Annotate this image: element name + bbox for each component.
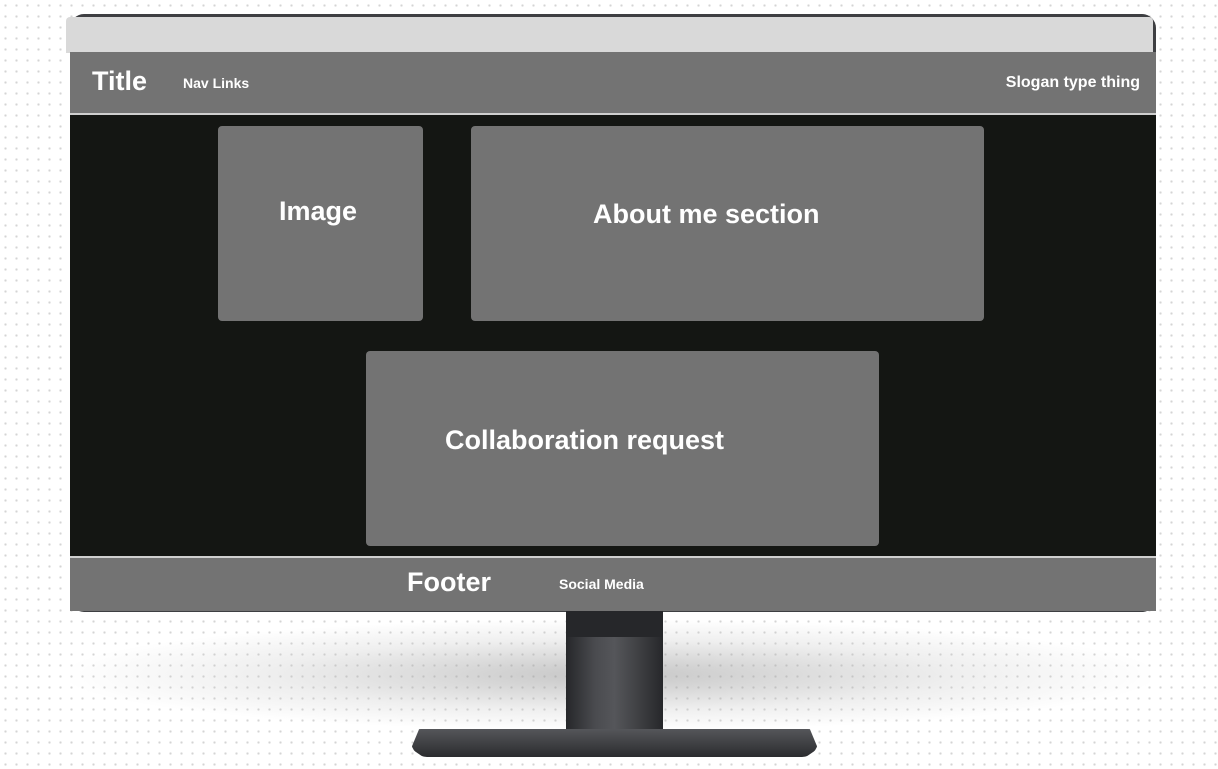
collaboration-label: Collaboration request xyxy=(445,425,725,455)
monitor-stand-neck xyxy=(566,611,663,741)
social-media-links[interactable]: Social Media xyxy=(559,576,644,592)
slogan-text: Slogan type thing xyxy=(1005,74,1140,91)
image-placeholder: Image xyxy=(218,126,423,321)
footer-label: Footer xyxy=(407,567,491,597)
footer-bar: Footer Social Media xyxy=(70,556,1156,611)
monitor-top-bezel xyxy=(66,17,1153,53)
monitor-stand-base xyxy=(411,729,818,757)
header-bar: Title Nav Links Slogan type thing xyxy=(70,52,1156,115)
about-me-section: About me section xyxy=(471,126,984,321)
monitor-screen: Title Nav Links Slogan type thing Image … xyxy=(70,52,1156,611)
about-label: About me section xyxy=(593,199,820,229)
nav-links[interactable]: Nav Links xyxy=(183,75,249,91)
site-title[interactable]: Title xyxy=(92,66,147,97)
collaboration-request-section[interactable]: Collaboration request xyxy=(366,351,879,546)
image-label: Image xyxy=(279,196,358,226)
